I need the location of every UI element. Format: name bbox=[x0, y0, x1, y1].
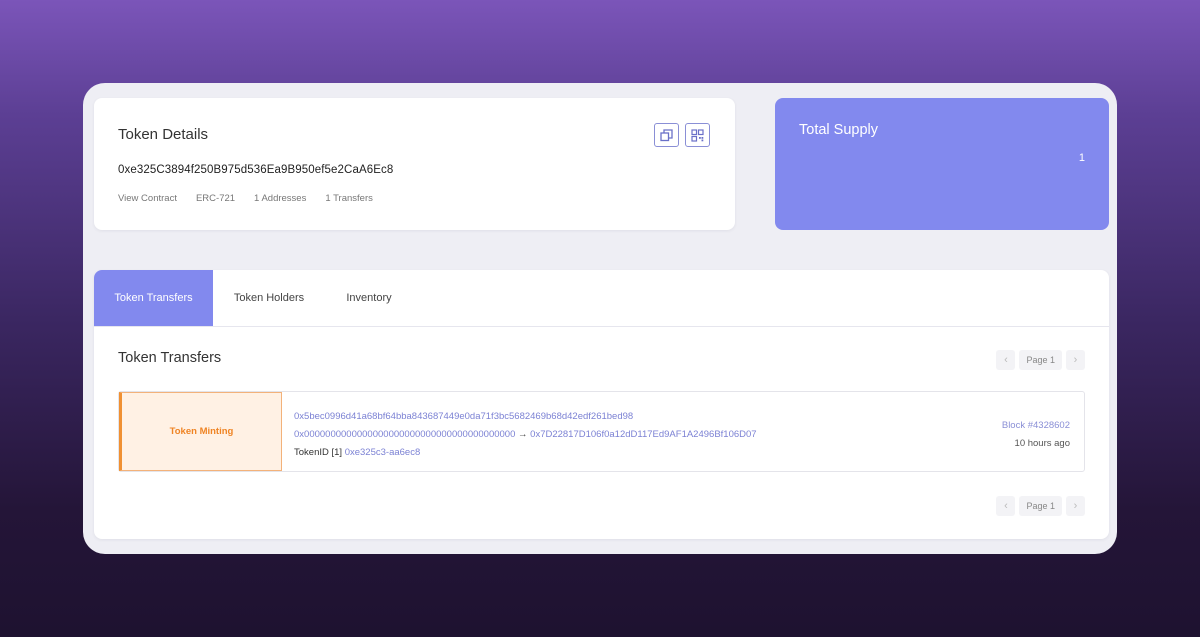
transfer-count: 1 Transfers bbox=[325, 193, 373, 204]
total-supply-value: 1 bbox=[1078, 152, 1085, 164]
main-panel: Token Details 0xe325C3894f250B975d536Ea9… bbox=[83, 83, 1117, 554]
chevron-right-icon[interactable]: › bbox=[1066, 496, 1085, 516]
from-address-link[interactable]: 0x00000000000000000000000000000000000000… bbox=[294, 429, 515, 440]
qr-code-icon[interactable] bbox=[685, 123, 710, 147]
pagination-bottom: ‹ Page 1 › bbox=[996, 496, 1085, 516]
token-minting-badge: Token Minting bbox=[119, 392, 282, 471]
token-details-card: Token Details 0xe325C3894f250B975d536Ea9… bbox=[94, 98, 735, 230]
transfer-details: 0x5bec0996d41a68bf64bba843687449e0da71f3… bbox=[294, 408, 757, 462]
token-meta-row: View Contract ERC-721 1 Addresses 1 Tran… bbox=[118, 193, 373, 204]
copy-icon[interactable] bbox=[654, 123, 679, 147]
total-supply-label: Total Supply bbox=[799, 122, 878, 138]
tab-inventory[interactable]: Inventory bbox=[327, 270, 411, 326]
tx-hash-link[interactable]: 0x5bec0996d41a68bf64bba843687449e0da71f3… bbox=[294, 411, 633, 422]
token-standard: ERC-721 bbox=[195, 193, 236, 204]
total-supply-card: Total Supply 1 bbox=[775, 98, 1109, 230]
page-indicator: Page 1 bbox=[1019, 350, 1062, 370]
to-address-link[interactable]: 0x7D22817D106f0a12dD117Ed9AF1A2496Bf106D… bbox=[530, 429, 756, 440]
pagination-top: ‹ Page 1 › bbox=[996, 350, 1085, 370]
arrow-icon: → bbox=[518, 429, 528, 440]
transfer-time: 10 hours ago bbox=[1014, 438, 1070, 449]
token-id-link[interactable]: 0xe325c3-aa6ec8 bbox=[345, 447, 421, 458]
address-count: 1 Addresses bbox=[254, 193, 307, 204]
block-link[interactable]: Block #4328602 bbox=[1002, 417, 1070, 435]
transfers-card: Token Transfers Token Holders Inventory … bbox=[94, 270, 1109, 539]
tab-token-holders[interactable]: Token Holders bbox=[218, 270, 320, 326]
section-title: Token Transfers bbox=[118, 350, 222, 366]
page-indicator: Page 1 bbox=[1019, 496, 1062, 516]
view-contract-link[interactable]: View Contract bbox=[118, 193, 177, 204]
tab-token-transfers[interactable]: Token Transfers bbox=[94, 270, 213, 326]
token-details-title: Token Details bbox=[118, 126, 209, 143]
contract-address: 0xe325C3894f250B975d536Ea9B950ef5e2CaA6E… bbox=[118, 164, 394, 176]
chevron-right-icon[interactable]: › bbox=[1066, 350, 1085, 370]
chevron-left-icon[interactable]: ‹ bbox=[996, 350, 1016, 370]
transfer-row: Token Minting 0x5bec0996d41a68bf64bba843… bbox=[118, 391, 1085, 472]
chevron-left-icon[interactable]: ‹ bbox=[996, 496, 1016, 516]
token-id-label: TokenID [1] bbox=[294, 447, 343, 458]
tab-bar: Token Transfers Token Holders Inventory bbox=[94, 270, 1109, 327]
transfer-meta: Block #4328602 10 hours ago bbox=[1002, 417, 1070, 453]
